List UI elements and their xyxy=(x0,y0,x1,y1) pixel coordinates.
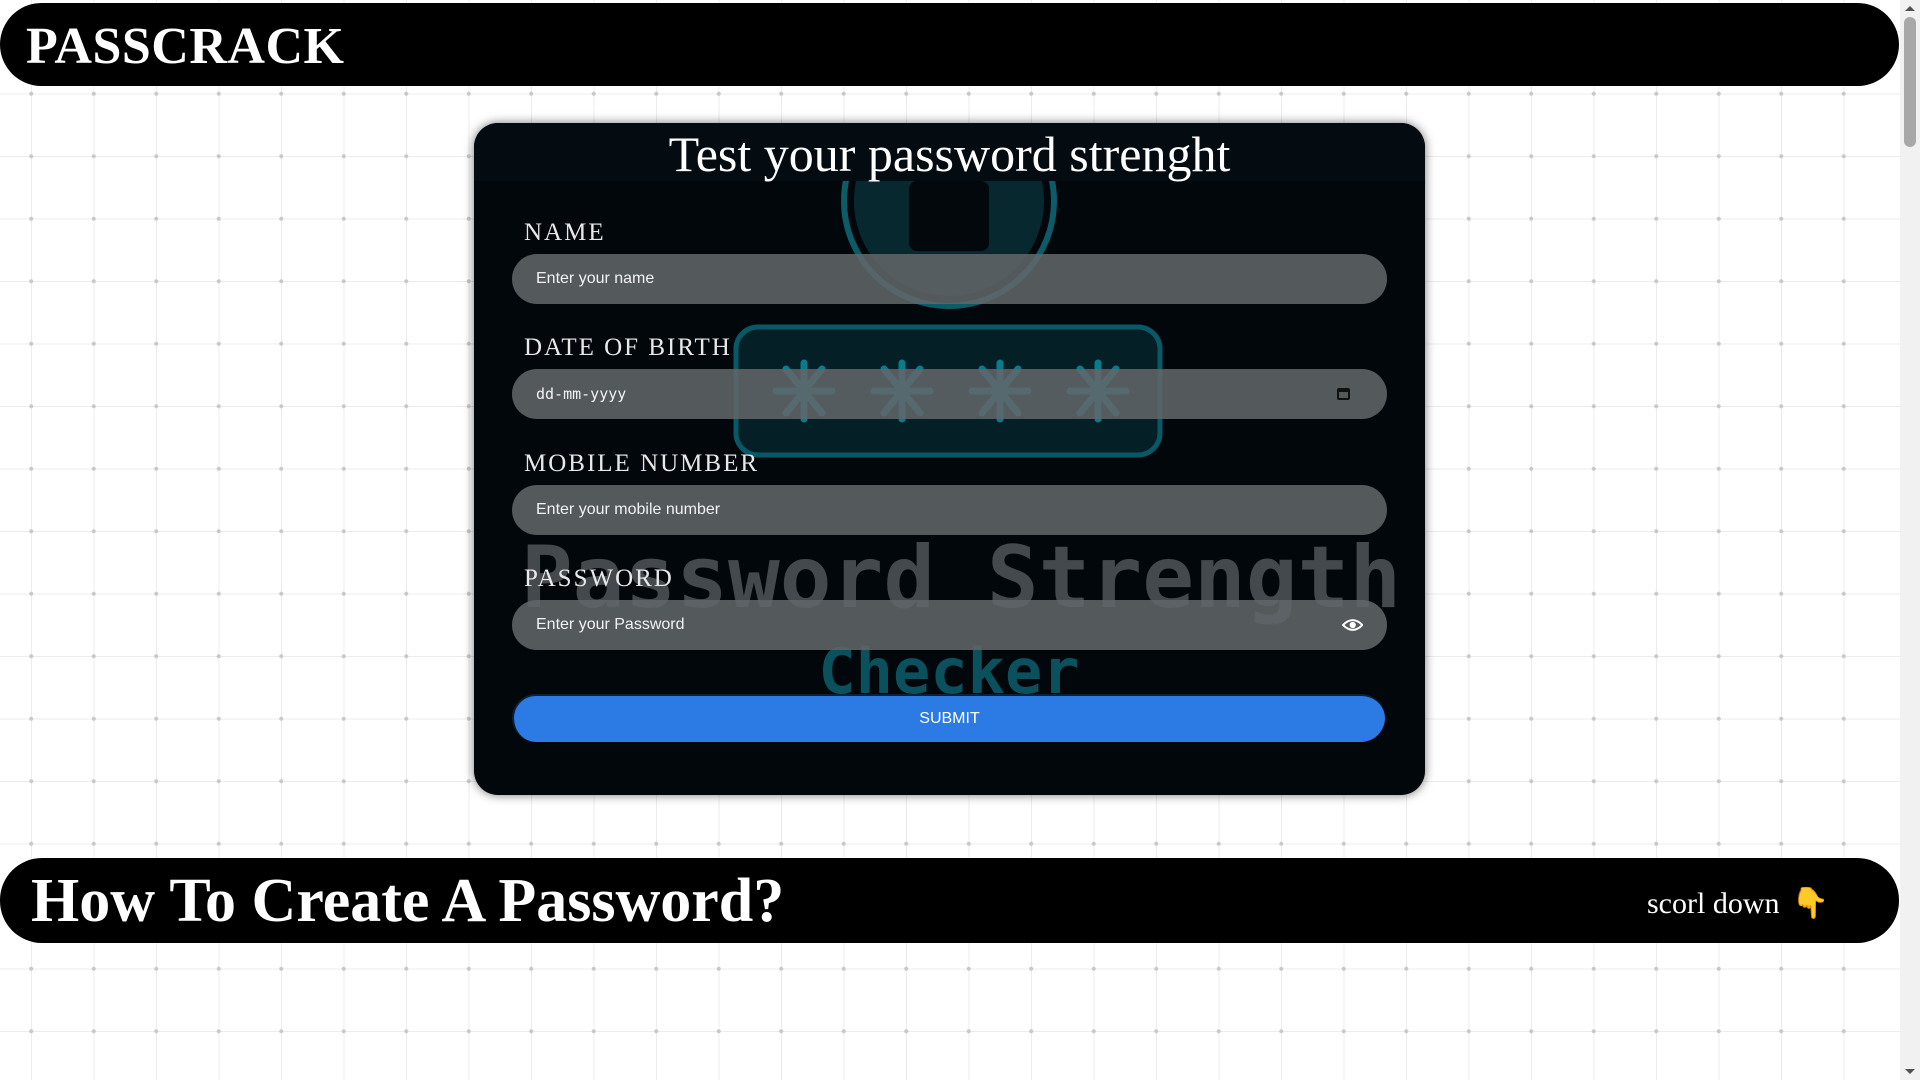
name-label: NAME xyxy=(524,219,606,246)
brand-logo-text: PASSCRACK xyxy=(26,18,345,75)
scrollbar-thumb[interactable] xyxy=(1904,17,1916,147)
submit-button[interactable]: SUBMIT xyxy=(512,694,1385,742)
calendar-icon[interactable] xyxy=(1337,388,1350,400)
mobile-field-wrapper xyxy=(512,485,1387,535)
mobile-input[interactable] xyxy=(536,485,1363,535)
section-title: How To Create A Password? xyxy=(31,867,785,935)
mobile-label: MOBILE NUMBER xyxy=(524,450,760,477)
password-input[interactable] xyxy=(536,600,1342,650)
password-field-wrapper xyxy=(512,600,1387,650)
name-field-wrapper xyxy=(512,254,1387,304)
card-title: Test your password strenght xyxy=(668,126,1231,182)
dob-label: DATE OF BIRTH xyxy=(524,334,732,361)
dob-field[interactable]: dd-mm-yyyy xyxy=(512,369,1387,419)
password-form: NAME DATE OF BIRTH dd-mm-yyyy MOBILE NUM… xyxy=(474,123,1425,795)
scroll-hint-text: scorl down xyxy=(1647,887,1780,920)
password-label: PASSWORD xyxy=(524,565,674,592)
scroll-down-arrow-icon[interactable] xyxy=(1900,1063,1920,1080)
password-check-card: Password Strength Checker Test your pass… xyxy=(474,123,1425,795)
dob-input[interactable]: dd-mm-yyyy xyxy=(536,385,1337,403)
pointing-down-hand-icon: 👇 xyxy=(1791,887,1829,920)
eye-icon[interactable] xyxy=(1341,618,1363,632)
how-to-section-banner: How To Create A Password? scorl down 👇 xyxy=(0,858,1899,943)
scroll-up-arrow-icon[interactable] xyxy=(1900,0,1920,17)
top-banner: PASSCRACK xyxy=(0,3,1899,86)
vertical-scrollbar[interactable] xyxy=(1900,0,1920,1080)
scroll-hint: scorl down 👇 xyxy=(1647,884,1829,924)
name-input[interactable] xyxy=(536,254,1363,304)
